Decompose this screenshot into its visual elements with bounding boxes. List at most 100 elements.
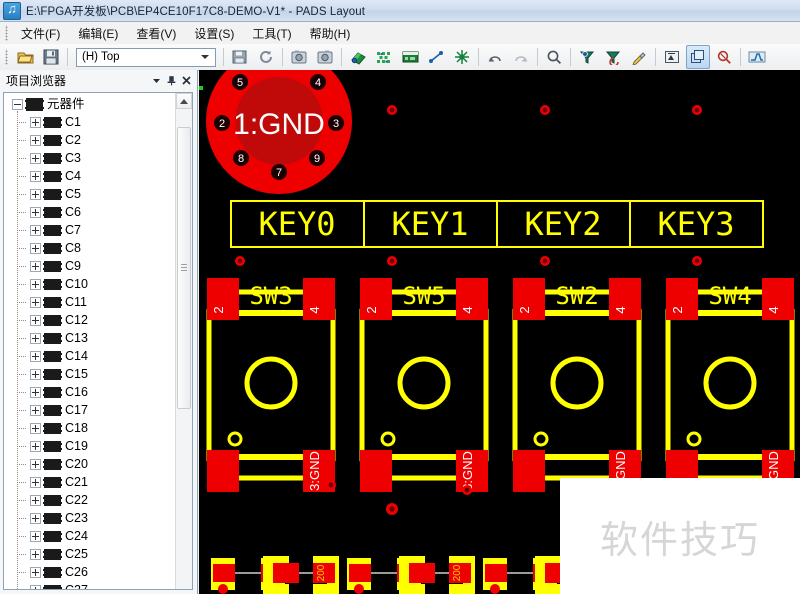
drc-icon[interactable]	[712, 45, 736, 69]
panel-dropdown-icon[interactable]	[149, 73, 164, 88]
expand-toggle-icon[interactable]	[30, 422, 41, 434]
expand-toggle-icon[interactable]	[30, 548, 41, 560]
expand-toggle-icon[interactable]	[30, 458, 41, 470]
expand-toggle-icon[interactable]	[30, 476, 41, 488]
tree-item-c8[interactable]: C8	[4, 239, 175, 257]
expand-toggle-icon[interactable]	[30, 368, 41, 380]
tree-item-c26[interactable]: C26	[4, 563, 175, 581]
layer-combo[interactable]: (H) Top	[76, 47, 216, 67]
expand-toggle-icon[interactable]	[30, 170, 41, 182]
tree-item-c9[interactable]: C9	[4, 257, 175, 275]
tree-item-c22[interactable]: C22	[4, 491, 175, 509]
expand-toggle-icon[interactable]	[30, 566, 41, 578]
route-line-icon[interactable]	[424, 45, 448, 69]
expand-toggle-icon[interactable]	[30, 530, 41, 542]
photo-plot-icon[interactable]	[287, 45, 311, 69]
menu-setup[interactable]: 设置(S)	[185, 23, 243, 44]
menu-file[interactable]: 文件(F)	[12, 23, 69, 44]
key-label-row: KEY0 KEY1 KEY2 KEY3	[230, 200, 764, 248]
drawing-tool-icon[interactable]	[660, 45, 684, 69]
expand-toggle-icon[interactable]	[30, 260, 41, 272]
tree-connector	[17, 410, 26, 411]
menu-edit[interactable]: 编辑(E)	[69, 23, 127, 44]
tree-item-c17[interactable]: C17	[4, 401, 175, 419]
menu-tools[interactable]: 工具(T)	[243, 23, 300, 44]
highlight-icon[interactable]	[601, 45, 625, 69]
menu-help[interactable]: 帮助(H)	[301, 23, 360, 44]
expand-toggle-icon[interactable]	[30, 152, 41, 164]
expand-toggle-icon[interactable]	[30, 314, 41, 326]
zoom-icon[interactable]	[542, 45, 566, 69]
expand-toggle-icon[interactable]	[30, 242, 41, 254]
tree-item-c11[interactable]: C11	[4, 293, 175, 311]
expand-toggle-icon[interactable]	[30, 134, 41, 146]
tree-item-c25[interactable]: C25	[4, 545, 175, 563]
expand-toggle-icon[interactable]	[30, 350, 41, 362]
tree-item-c12[interactable]: C12	[4, 311, 175, 329]
tree-item-c6[interactable]: C6	[4, 203, 175, 221]
refresh-icon[interactable]	[254, 45, 278, 69]
component-icon	[43, 368, 62, 380]
tree-item-c27[interactable]: C27	[4, 581, 175, 589]
component-tree[interactable]: 元器件 C1 C2 C3 C4 C5 C6 C7 C8 C9 C10 C11 C12 C13 C14 C15…	[4, 95, 175, 589]
expand-toggle-icon[interactable]	[30, 494, 41, 506]
panel-pin-icon[interactable]	[164, 73, 179, 88]
tree-root-components[interactable]: 元器件	[4, 95, 175, 113]
toolbar-grip[interactable]	[3, 49, 10, 65]
chevron-down-icon[interactable]	[197, 49, 212, 66]
expand-toggle-icon[interactable]	[30, 116, 41, 128]
tree-item-c20[interactable]: C20	[4, 455, 175, 473]
menu-view[interactable]: 查看(V)	[127, 23, 185, 44]
expand-toggle-icon[interactable]	[30, 386, 41, 398]
open-file-icon[interactable]	[13, 45, 37, 69]
unhighlight-icon[interactable]	[627, 45, 651, 69]
expand-toggle-icon[interactable]	[30, 296, 41, 308]
tree-item-c19[interactable]: C19	[4, 437, 175, 455]
expand-toggle-icon[interactable]	[30, 440, 41, 452]
expand-toggle-icon[interactable]	[30, 278, 41, 290]
design-rules-icon[interactable]	[346, 45, 370, 69]
expand-toggle-icon[interactable]	[30, 206, 41, 218]
board-outline-icon[interactable]	[398, 45, 422, 69]
tree-item-c15[interactable]: C15	[4, 365, 175, 383]
expand-toggle-icon[interactable]	[30, 584, 41, 589]
tree-item-c3[interactable]: C3	[4, 149, 175, 167]
tree-item-c16[interactable]: C16	[4, 383, 175, 401]
expand-toggle-icon[interactable]	[30, 512, 41, 524]
tree-item-c7[interactable]: C7	[4, 221, 175, 239]
c74-pad-1	[273, 563, 299, 583]
copper-pour-icon[interactable]	[450, 45, 474, 69]
photo-plot-alt-icon[interactable]	[313, 45, 337, 69]
tree-item-c23[interactable]: C23	[4, 509, 175, 527]
tree-item-c24[interactable]: C24	[4, 527, 175, 545]
expand-toggle-icon[interactable]	[30, 224, 41, 236]
undo-icon[interactable]	[483, 45, 507, 69]
title-bar: E:\FPGA开发板\PCB\EP4CE10F17C8-DEMO-V1* - P…	[0, 0, 800, 22]
scroll-up-arrow[interactable]	[176, 93, 192, 109]
tree-item-c21[interactable]: C21	[4, 473, 175, 491]
tree-item-c4[interactable]: C4	[4, 167, 175, 185]
tree-item-c2[interactable]: C2	[4, 131, 175, 149]
query-net-icon[interactable]	[575, 45, 599, 69]
save-view-icon[interactable]	[228, 45, 252, 69]
tree-item-c13[interactable]: C13	[4, 329, 175, 347]
tree-item-c18[interactable]: C18	[4, 419, 175, 437]
project-browser-scrollbar[interactable]	[175, 93, 192, 589]
panel-close-icon[interactable]	[179, 73, 194, 88]
expand-toggle-icon[interactable]	[30, 404, 41, 416]
scrollbar-thumb[interactable]	[177, 127, 191, 409]
tree-item-c14[interactable]: C14	[4, 347, 175, 365]
tree-item-c5[interactable]: C5	[4, 185, 175, 203]
expand-toggle-icon[interactable]	[30, 188, 41, 200]
tree-item-c10[interactable]: C10	[4, 275, 175, 293]
redo-icon[interactable]	[509, 45, 533, 69]
collapse-toggle-icon[interactable]	[12, 98, 23, 110]
component-icon	[43, 350, 62, 362]
save-file-icon[interactable]	[39, 45, 63, 69]
menubar-grip[interactable]	[3, 25, 10, 41]
expand-toggle-icon[interactable]	[30, 332, 41, 344]
tree-item-c1[interactable]: C1	[4, 113, 175, 131]
ecad-netlist-icon[interactable]	[372, 45, 396, 69]
net-trace-icon[interactable]	[745, 45, 769, 69]
layers-toggle-icon[interactable]	[686, 45, 710, 69]
